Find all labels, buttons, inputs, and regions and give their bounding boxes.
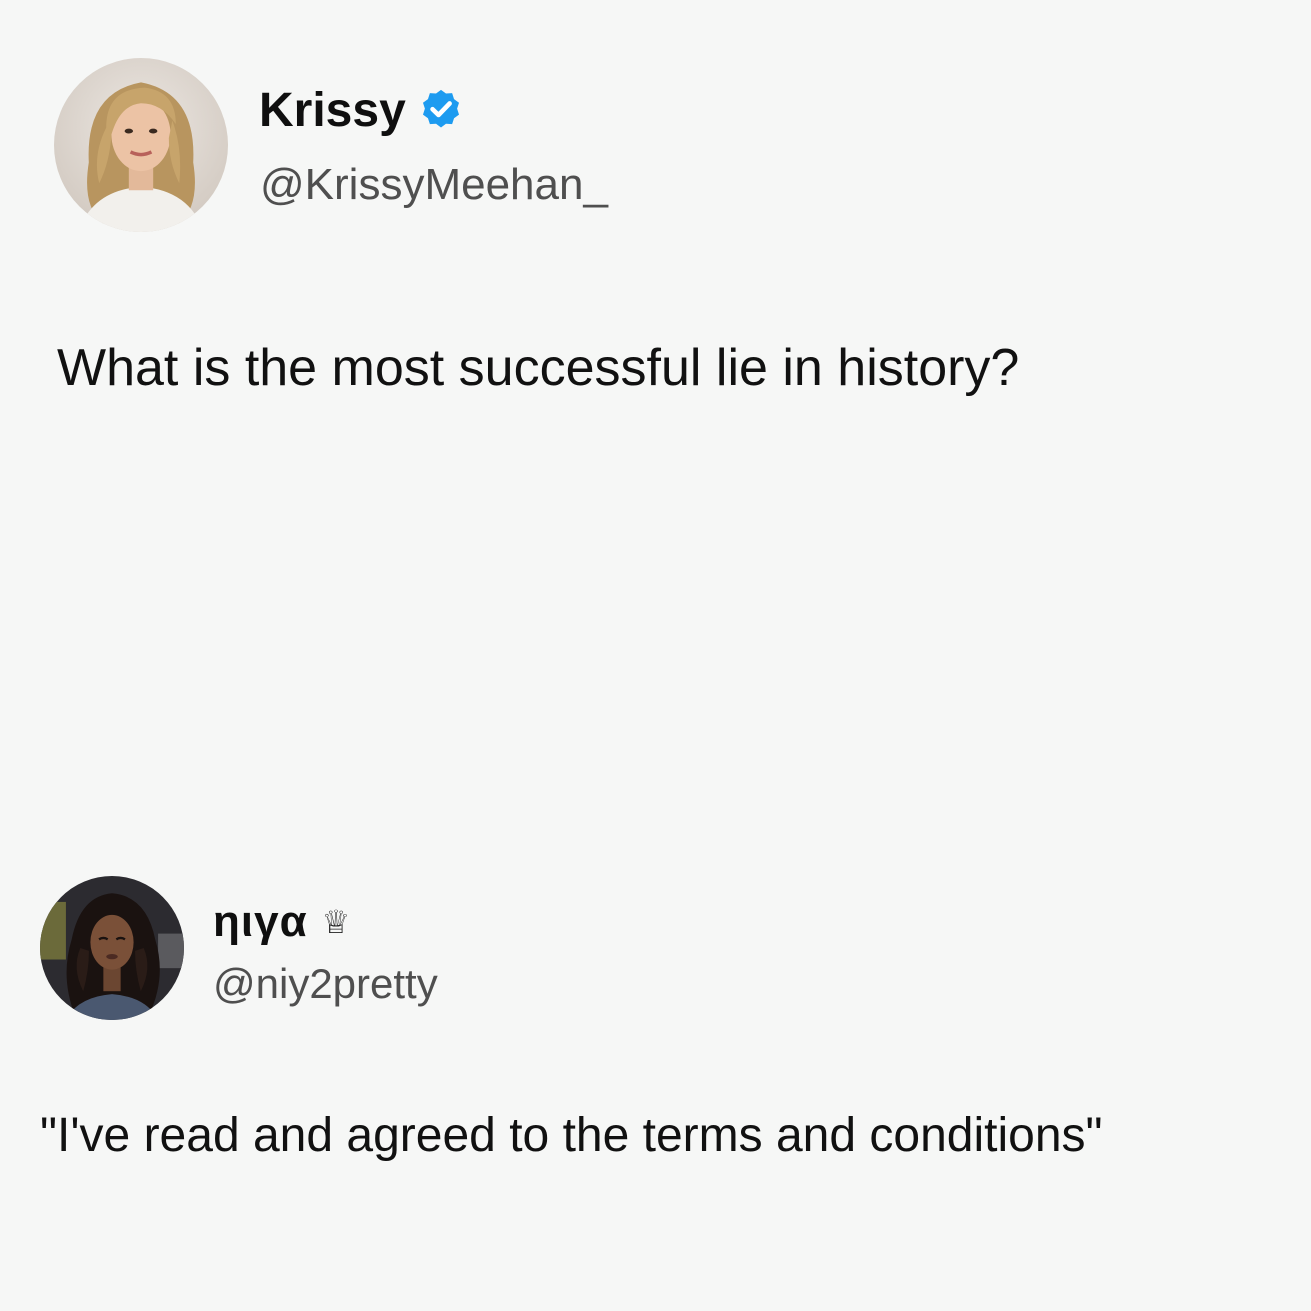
verified-badge-icon: [418, 87, 464, 133]
author-name-row: ηιγα ♕: [213, 897, 351, 947]
author-name-row: Krissy: [259, 82, 464, 138]
author-handle[interactable]: @niy2pretty: [213, 960, 438, 1008]
post-text: "I've read and agreed to the terms and c…: [40, 1109, 1103, 1162]
avatar-image: [40, 876, 184, 1020]
crown-icon: ♕: [321, 903, 351, 941]
reply-post: ηιγα ♕ @niy2pretty "I've read and agreed…: [0, 860, 1311, 1220]
original-post: Krissy @KrissyMeehan_ What is the most s…: [0, 0, 1311, 560]
author-display-name[interactable]: ηιγα: [213, 897, 308, 947]
avatar[interactable]: [40, 876, 184, 1020]
avatar[interactable]: [54, 58, 228, 232]
post-text: What is the most successful lie in histo…: [57, 339, 1020, 397]
author-handle[interactable]: @KrissyMeehan_: [260, 160, 608, 210]
author-display-name[interactable]: Krissy: [259, 83, 406, 138]
avatar-image: [54, 58, 228, 232]
